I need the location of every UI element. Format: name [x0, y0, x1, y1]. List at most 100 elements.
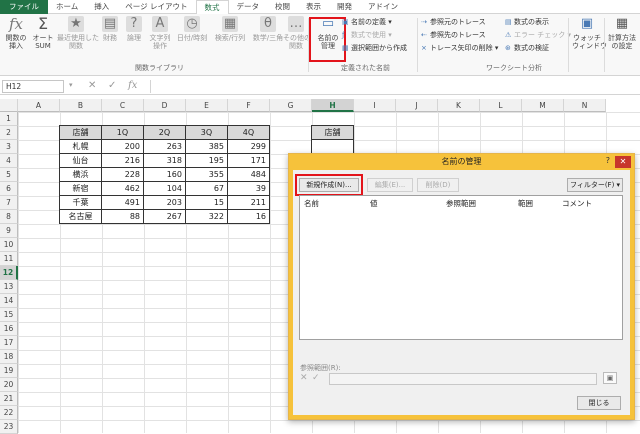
row-header[interactable]: 22: [0, 406, 18, 420]
row-header[interactable]: 18: [0, 350, 18, 364]
row-header[interactable]: 21: [0, 392, 18, 406]
show-formulas-button[interactable]: ▤ 数式の表示: [505, 18, 549, 27]
fx-icon[interactable]: fx: [128, 80, 137, 92]
row-header[interactable]: 19: [0, 364, 18, 378]
text-button[interactable]: A 文字列 操作: [148, 16, 172, 50]
table-cell[interactable]: 322: [185, 209, 228, 224]
create-from-selection-button[interactable]: ▦ 選択範囲から作成: [342, 44, 407, 53]
table-cell[interactable]: 195: [185, 153, 228, 168]
column-header[interactable]: I: [354, 99, 396, 112]
datetime-button[interactable]: ◷ 日付/時刻: [175, 16, 209, 42]
table-cell[interactable]: 千葉: [59, 195, 102, 210]
table-cell[interactable]: 228: [101, 167, 144, 182]
table-cell[interactable]: 160: [143, 167, 186, 182]
column-header[interactable]: H: [312, 99, 354, 112]
calc-options-button[interactable]: ▦ 計算方法 の設定: [606, 16, 638, 50]
column-header-refers-to[interactable]: 参照範囲: [446, 198, 476, 209]
ribbon-tab[interactable]: 数式: [195, 0, 229, 15]
row-header[interactable]: 10: [0, 238, 18, 252]
row-header[interactable]: 7: [0, 196, 18, 210]
remove-arrows-button[interactable]: ⨯ トレース矢印の削除 ▾: [421, 44, 498, 53]
table-cell[interactable]: 札幌: [59, 139, 102, 154]
table-cell[interactable]: 491: [101, 195, 144, 210]
refers-to-input[interactable]: [329, 373, 597, 385]
table-cell[interactable]: 462: [101, 181, 144, 196]
row-header[interactable]: 9: [0, 224, 18, 238]
close-icon[interactable]: ✕: [615, 156, 631, 168]
row-header[interactable]: 1: [0, 112, 18, 126]
lookup-button[interactable]: ▦ 検索/行列: [212, 16, 248, 42]
table-cell[interactable]: 385: [185, 139, 228, 154]
table-cell[interactable]: 104: [143, 181, 186, 196]
column-header[interactable]: N: [564, 99, 606, 112]
table-cell[interactable]: 39: [227, 181, 270, 196]
column-header[interactable]: G: [270, 99, 312, 112]
ribbon-tab[interactable]: ページ レイアウト: [117, 0, 195, 14]
table-header-cell[interactable]: 1Q: [101, 125, 144, 140]
collapse-range-icon[interactable]: ▣: [603, 372, 617, 384]
cancel-icon[interactable]: ✕: [300, 373, 308, 383]
table-cell[interactable]: 15: [185, 195, 228, 210]
check-icon[interactable]: ✓: [312, 373, 320, 383]
column-header[interactable]: M: [522, 99, 564, 112]
table-cell[interactable]: 88: [101, 209, 144, 224]
table-header-cell[interactable]: 3Q: [185, 125, 228, 140]
ribbon-tab[interactable]: 挿入: [86, 0, 117, 14]
watch-window-button[interactable]: ▣ ウォッチ ウィンドウ: [572, 16, 607, 50]
table-cell[interactable]: 216: [101, 153, 144, 168]
formula-input[interactable]: [150, 80, 638, 93]
lookup-input-cell[interactable]: [311, 139, 354, 154]
cancel-icon[interactable]: ✕: [88, 80, 96, 92]
ribbon-tab[interactable]: アドイン: [360, 0, 406, 14]
column-header-comment[interactable]: コメント: [562, 198, 592, 209]
ribbon-tab[interactable]: 校閲: [267, 0, 298, 14]
enter-icon[interactable]: ✓: [108, 80, 116, 92]
help-icon[interactable]: ?: [606, 156, 610, 165]
column-header[interactable]: C: [102, 99, 144, 112]
row-header[interactable]: 11: [0, 252, 18, 266]
row-header[interactable]: 13: [0, 280, 18, 294]
table-cell[interactable]: 16: [227, 209, 270, 224]
table-header-cell[interactable]: 店舗: [59, 125, 102, 140]
ribbon-tab[interactable]: データ: [229, 0, 268, 14]
trace-dependents-button[interactable]: ⇠ 参照先のトレース: [421, 31, 486, 40]
column-header-name[interactable]: 名前: [304, 198, 319, 209]
math-button[interactable]: θ 数学/三角: [250, 16, 286, 42]
autosum-button[interactable]: Σ オート SUM: [32, 16, 54, 51]
recent-functions-button[interactable]: ★ 最近使用した 関数: [57, 16, 99, 50]
row-header[interactable]: 12: [0, 266, 18, 280]
row-header[interactable]: 4: [0, 154, 18, 168]
evaluate-formula-button[interactable]: ⊛ 数式の検証: [505, 44, 549, 53]
table-cell[interactable]: 355: [185, 167, 228, 182]
table-cell[interactable]: 200: [101, 139, 144, 154]
column-header[interactable]: F: [228, 99, 270, 112]
table-cell[interactable]: 新宿: [59, 181, 102, 196]
ribbon-tab[interactable]: ホーム: [48, 0, 86, 14]
delete-button[interactable]: 削除(D): [417, 178, 459, 192]
define-name-button[interactable]: ▣ 名前の定義 ▾: [342, 18, 392, 27]
logical-button[interactable]: ? 論理: [123, 16, 145, 42]
table-header-cell[interactable]: 4Q: [227, 125, 270, 140]
row-header[interactable]: 5: [0, 168, 18, 182]
names-list[interactable]: 名前 値 参照範囲 範囲 コメント: [299, 195, 623, 340]
row-header[interactable]: 17: [0, 336, 18, 350]
row-header[interactable]: 6: [0, 182, 18, 196]
column-header[interactable]: L: [480, 99, 522, 112]
row-header[interactable]: 2: [0, 126, 18, 140]
table-cell[interactable]: 318: [143, 153, 186, 168]
table-cell[interactable]: 67: [185, 181, 228, 196]
trace-precedents-button[interactable]: ⇢ 参照元のトレース: [421, 18, 486, 27]
column-header[interactable]: K: [438, 99, 480, 112]
column-header[interactable]: E: [186, 99, 228, 112]
table-cell[interactable]: 299: [227, 139, 270, 154]
table-cell[interactable]: 484: [227, 167, 270, 182]
lookup-header-cell[interactable]: 店舗: [311, 125, 354, 140]
column-header[interactable]: A: [18, 99, 60, 112]
name-box-dropdown-icon[interactable]: ▾: [69, 81, 73, 89]
insert-function-button[interactable]: fx 関数の 挿入: [3, 16, 29, 50]
name-box[interactable]: H12: [2, 80, 64, 93]
row-header[interactable]: 3: [0, 140, 18, 154]
row-header[interactable]: 15: [0, 308, 18, 322]
column-header[interactable]: B: [60, 99, 102, 112]
table-cell[interactable]: 267: [143, 209, 186, 224]
